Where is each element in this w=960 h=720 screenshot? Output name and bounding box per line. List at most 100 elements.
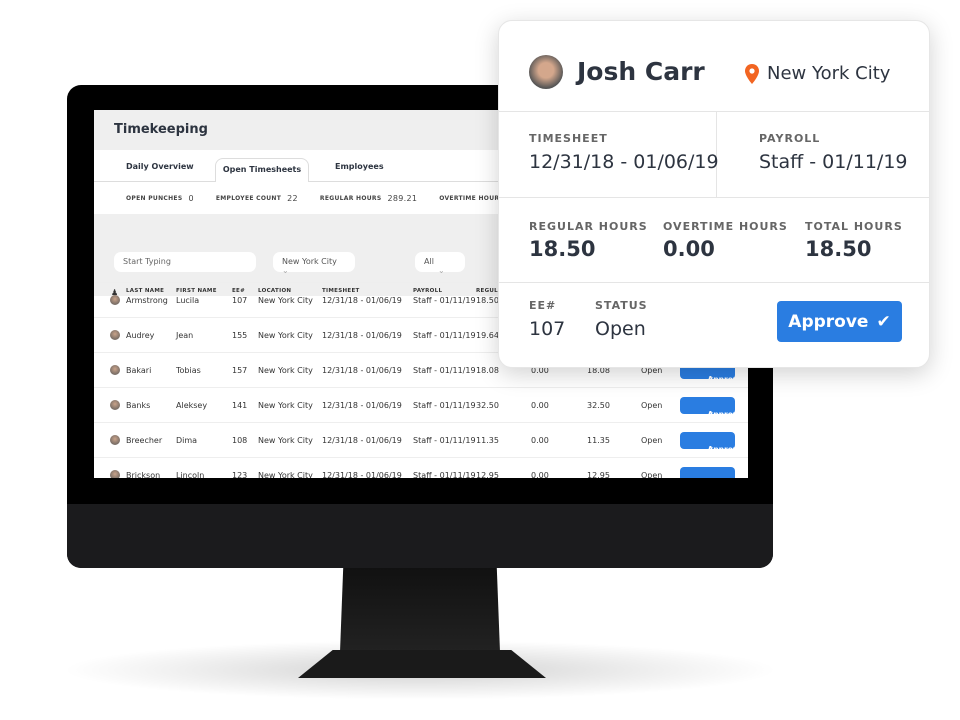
approve-button[interactable]: Approve ✔ [777,301,902,342]
regular-hours-value: 18.50 [529,237,596,261]
cell-regular: 18.50 [476,296,499,305]
cell-regular: 19.64 [476,331,499,340]
cell-regular: 32.50 [476,401,499,410]
regular-hours-label: REGULAR HOURS [529,220,648,233]
cell-timesheet: 12/31/18 - 01/06/19 [322,296,402,305]
overtime-hours-label: OVERTIME HOURS [663,220,788,233]
location-pin-icon [745,63,759,84]
cell-payroll: Staff - 01/11/19 [413,436,476,445]
cell-timesheet: 12/31/18 - 01/06/19 [322,401,402,410]
status-label: STATUS [595,299,648,312]
avatar [110,365,120,375]
monitor-chin [67,504,773,568]
cell-payroll: Staff - 01/11/19 [413,366,476,375]
chevron-down-icon: ⌄ [438,266,445,275]
status-value: Open [595,318,646,340]
cell-overtime: 0.00 [531,471,549,478]
cell-last: Brickson [126,471,161,478]
avatar [110,330,120,340]
employee-name: Josh Carr [577,57,705,86]
stat-value: 22 [287,193,298,203]
table-row[interactable]: Banks Aleksey 141 New York City 12/31/18 - 0… [94,387,748,422]
total-hours-label: TOTAL HOURS [805,220,903,233]
approve-button[interactable]: Approve ✔ [680,432,743,454]
cell-ee: 141 [232,401,248,410]
cell-overtime: 0.00 [531,401,549,410]
cell-first: Tobias [176,366,201,375]
stat-value: 0 [188,193,194,203]
cell-overtime: 0.00 [531,436,549,445]
check-icon: ✔ [707,445,714,454]
search-input[interactable]: Start Typing [114,252,256,272]
ee-label: EE# [529,299,557,312]
stat-label: OVERTIME HOURS [439,194,504,202]
cell-last: Banks [126,401,151,410]
location-select[interactable]: New York City ⌄ [273,252,355,275]
avatar [529,55,563,89]
location-select-value: New York City [282,257,337,266]
cell-location: New York City [258,436,313,445]
cell-location: New York City [258,366,313,375]
timesheet-value: 12/31/18 - 01/06/19 [529,151,719,173]
monitor-stand-base [298,650,546,678]
cell-regular: 12.95 [476,471,499,478]
cell-ee: 155 [232,331,248,340]
cell-last: Breecher [126,436,163,445]
cell-location: New York City [258,401,313,410]
cell-regular: 11.35 [476,436,499,445]
tab-open-timesheets[interactable]: Open Timesheets [215,158,309,182]
cell-location: New York City [258,331,313,340]
cell-status: Open [641,471,663,478]
tab-daily-overview[interactable]: Daily Overview [126,162,194,171]
cell-first: Jean [176,331,194,340]
stat-label: OPEN PUNCHES [126,194,183,202]
table-row[interactable]: Brickson Lincoln 123 New York City 12/31/18 … [94,457,748,478]
avatar [110,435,120,445]
location-text: New York City [767,63,891,84]
table-row[interactable]: Breecher Dima 108 New York City 12/31/18 - 0… [94,422,748,457]
cell-first: Dima [176,436,198,445]
payroll-value: Staff - 01/11/19 [759,151,908,173]
total-hours-value: 18.50 [805,237,872,261]
cell-timesheet: 12/31/18 - 01/06/19 [322,436,402,445]
stat-label: REGULAR HOURS [319,194,382,202]
cell-total: 11.35 [587,436,610,445]
cell-status: Open [641,436,663,445]
employee-detail-card: Josh Carr New York City TIMESHEET 12/31/1… [498,20,930,368]
cell-last: Bakari [126,366,152,375]
tab-employees[interactable]: Employees [335,162,384,171]
status-select-value: All [424,257,434,266]
chevron-down-icon: ⌄ [282,266,289,275]
monitor-stand-neck [340,568,500,652]
status-select[interactable]: All ⌄ [415,252,465,275]
cell-ee: 123 [232,471,248,478]
overtime-hours-value: 0.00 [663,237,715,261]
cell-ee: 108 [232,436,248,445]
approve-label: Approve [788,311,869,332]
stat-value: 289.21 [387,193,418,203]
cell-ee: 157 [232,366,248,375]
cell-status: Open [641,401,663,410]
check-icon: ✔ [876,311,891,332]
cell-payroll: Staff - 01/11/19 [413,296,476,305]
approve-button[interactable]: Approve ✔ [680,397,743,419]
cell-timesheet: 12/31/18 - 01/06/19 [322,471,402,478]
stat-label: EMPLOYEE COUNT [215,194,282,202]
cell-payroll: Staff - 01/11/19 [413,471,476,478]
cell-payroll: Staff - 01/11/19 [413,401,476,410]
avatar [110,470,120,478]
cell-timesheet: 12/31/18 - 01/06/19 [322,331,402,340]
cell-total: 12.95 [587,471,610,478]
cell-regular: 18.08 [476,366,499,375]
cell-location: New York City [258,471,313,478]
cell-timesheet: 12/31/18 - 01/06/19 [322,366,402,375]
avatar [110,295,120,305]
cell-first: Aleksey [176,401,208,410]
check-icon: ✔ [707,375,714,384]
timesheet-label: TIMESHEET [529,132,608,145]
approve-button[interactable]: Approve ✔ [680,467,735,478]
cell-first: Lucila [176,296,200,305]
cell-payroll: Staff - 01/11/19 [413,331,476,340]
cell-ee: 107 [232,296,248,305]
ee-value: 107 [529,318,566,340]
